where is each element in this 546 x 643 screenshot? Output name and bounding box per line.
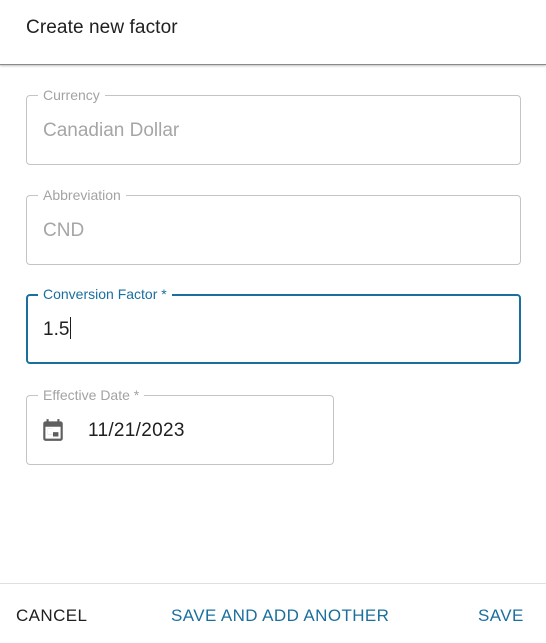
dialog-footer: CANCEL SAVE AND ADD ANOTHER SAVE	[0, 583, 546, 643]
dialog-title: Create new factor	[26, 17, 178, 38]
currency-field: Currency Canadian Dollar	[26, 86, 521, 165]
dialog-header: Create new factor	[0, 0, 546, 65]
create-factor-dialog: Create new factor Currency Canadian Doll…	[0, 0, 546, 642]
save-button[interactable]: SAVE	[478, 606, 524, 626]
effective-date-value[interactable]: 11/21/2023	[88, 419, 185, 443]
currency-label: Currency	[38, 86, 105, 104]
conversion-factor-field[interactable]: Conversion Factor * 1.5	[26, 285, 521, 364]
conversion-factor-value: 1.5	[43, 319, 70, 340]
abbreviation-label: Abbreviation	[38, 186, 126, 204]
conversion-factor-label: Conversion Factor *	[38, 285, 172, 303]
cancel-button[interactable]: CANCEL	[16, 606, 87, 626]
effective-date-field[interactable]: Effective Date * 11/21/2023	[26, 386, 334, 465]
abbreviation-value: CND	[43, 220, 85, 241]
effective-date-label: Effective Date *	[38, 386, 145, 404]
conversion-factor-input[interactable]: 1.5	[43, 316, 72, 342]
save-and-add-another-button[interactable]: SAVE AND ADD ANOTHER	[171, 606, 389, 626]
text-caret	[70, 316, 72, 339]
calendar-icon[interactable]	[40, 417, 66, 443]
abbreviation-field: Abbreviation CND	[26, 186, 521, 265]
currency-value: Canadian Dollar	[43, 120, 180, 141]
